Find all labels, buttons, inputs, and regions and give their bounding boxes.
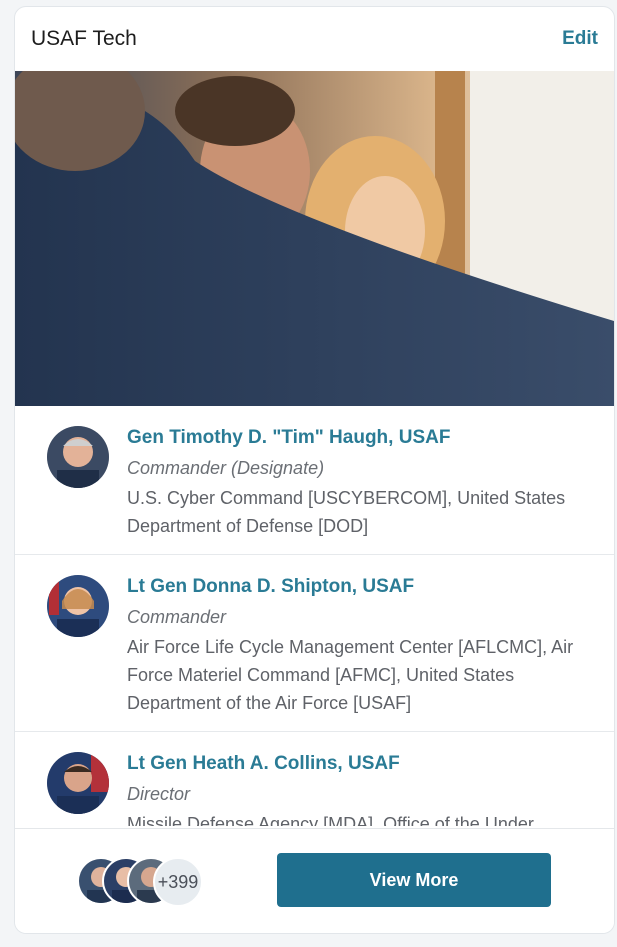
avatar-stack[interactable]: +399 (77, 857, 217, 907)
more-count-badge[interactable]: +399 (153, 857, 203, 907)
person-role: Director (127, 784, 191, 804)
org-card: USAF Tech Edit Gen Timothy D. "Tim" Haug… (14, 6, 615, 934)
person-org: U.S. Cyber Command [USCYBERCOM], United … (127, 488, 566, 536)
person-name[interactable]: Gen Timothy D. "Tim" Haugh, USAF (127, 426, 596, 450)
people-list: Gen Timothy D. "Tim" Haugh, USAF Command… (15, 406, 614, 826)
edit-link[interactable]: Edit (562, 28, 598, 50)
person-name[interactable]: Lt Gen Donna D. Shipton, USAF (127, 575, 596, 599)
list-item[interactable]: Lt Gen Heath A. Collins, USAF Director M… (15, 732, 614, 826)
avatar (47, 426, 109, 488)
avatar (47, 575, 109, 637)
person-name[interactable]: Lt Gen Heath A. Collins, USAF (127, 752, 596, 776)
avatar (47, 752, 109, 814)
person-org: Air Force Life Cycle Management Center [… (127, 637, 574, 713)
person-role: Commander (Designate) (127, 458, 325, 478)
list-item[interactable]: Gen Timothy D. "Tim" Haugh, USAF Command… (15, 406, 614, 555)
hero-image (15, 71, 614, 406)
card-footer: +399 View More (15, 828, 614, 933)
person-org: Missile Defense Agency [MDA], Office of … (127, 814, 534, 826)
person-role: Commander (127, 607, 227, 627)
view-more-button[interactable]: View More (277, 853, 551, 907)
card-title: USAF Tech (31, 27, 137, 50)
card-header: USAF Tech Edit (15, 7, 614, 71)
list-item[interactable]: Lt Gen Donna D. Shipton, USAF Commander … (15, 555, 614, 732)
hero-photo (15, 71, 614, 406)
